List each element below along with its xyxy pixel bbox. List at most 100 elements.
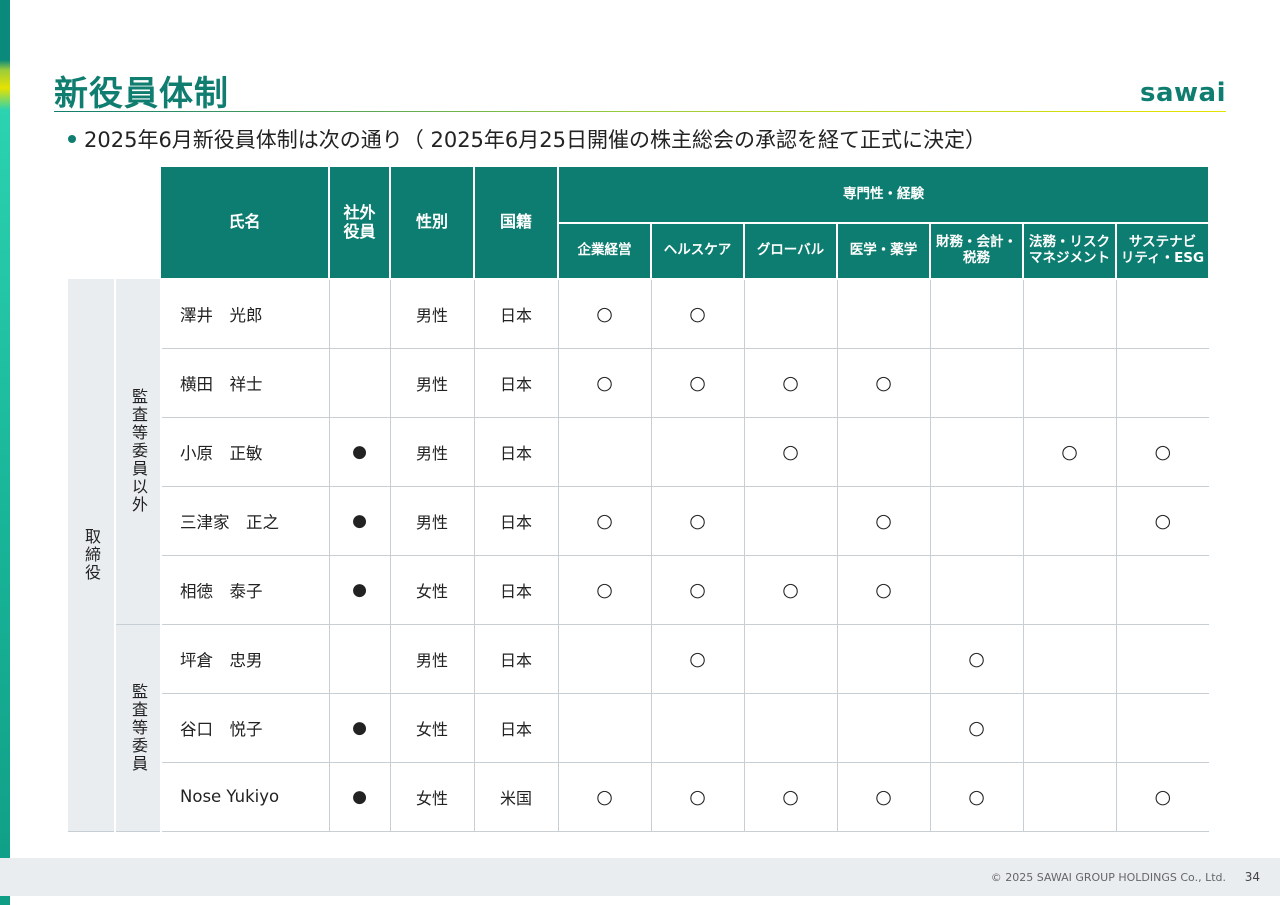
member-name: 相徳 泰子 bbox=[161, 555, 330, 625]
expertise-mark: ○ bbox=[1116, 417, 1209, 487]
expertise-mark: ○ bbox=[651, 762, 745, 832]
summary-bullet: 2025年6月新役員体制は次の通り（ 2025年6月25日開催の株主総会の承認を… bbox=[68, 124, 986, 154]
expertise-mark bbox=[1023, 624, 1117, 694]
expertise-mark bbox=[930, 555, 1024, 625]
outside-director-mark bbox=[329, 348, 391, 418]
page-title: 新役員体制 bbox=[54, 74, 229, 114]
outside-director-mark bbox=[329, 624, 391, 694]
header-spacer bbox=[68, 167, 161, 279]
expertise-mark: ○ bbox=[930, 762, 1024, 832]
expertise-mark bbox=[651, 417, 745, 487]
outside-director-mark: ● bbox=[329, 486, 391, 556]
bullet-icon bbox=[68, 135, 76, 143]
member-gender: 女性 bbox=[390, 555, 475, 625]
header-expertise-5: 法務・リスク マネジメント bbox=[1023, 223, 1117, 280]
expertise-mark: ○ bbox=[558, 555, 652, 625]
side-label-audit-text: 監査等委員 bbox=[129, 682, 148, 773]
member-nationality: 日本 bbox=[474, 279, 559, 349]
member-name: 横田 祥士 bbox=[161, 348, 330, 418]
table-row: 横田 祥士 男性 日本 ○ ○ ○ ○ bbox=[68, 348, 1209, 418]
expertise-mark: ○ bbox=[837, 555, 931, 625]
expertise-mark bbox=[651, 693, 745, 763]
expertise-mark bbox=[558, 624, 652, 694]
expertise-mark: ○ bbox=[1116, 762, 1209, 832]
member-nationality: 日本 bbox=[474, 555, 559, 625]
expertise-mark: ○ bbox=[1023, 417, 1117, 487]
expertise-mark bbox=[1023, 486, 1117, 556]
expertise-mark bbox=[1116, 279, 1209, 349]
side-label-directors-text: 取締役 bbox=[82, 527, 101, 582]
expertise-mark: ○ bbox=[558, 762, 652, 832]
side-label-audit: 監査等委員 bbox=[115, 624, 162, 832]
header-expertise-6: サステナビ リティ・ESG bbox=[1116, 223, 1210, 280]
expertise-mark: ○ bbox=[558, 348, 652, 418]
header-expertise-group: 専門性・経験 bbox=[558, 167, 1210, 224]
expertise-mark bbox=[930, 486, 1024, 556]
left-accent-bar bbox=[0, 0, 10, 905]
expertise-mark bbox=[837, 624, 931, 694]
expertise-mark bbox=[558, 417, 652, 487]
member-gender: 男性 bbox=[390, 486, 475, 556]
member-nationality: 日本 bbox=[474, 624, 559, 694]
expertise-mark: ○ bbox=[837, 348, 931, 418]
expertise-mark bbox=[837, 417, 931, 487]
expertise-mark bbox=[744, 486, 838, 556]
expertise-mark: ○ bbox=[651, 279, 745, 349]
expertise-mark: ○ bbox=[837, 486, 931, 556]
expertise-mark: ○ bbox=[744, 348, 838, 418]
expertise-mark: ○ bbox=[930, 624, 1024, 694]
expertise-mark bbox=[930, 279, 1024, 349]
table-row: 三津家 正之 ● 男性 日本 ○ ○ ○ ○ bbox=[68, 486, 1209, 556]
header-outside: 社外 役員 bbox=[329, 167, 391, 280]
member-nationality: 米国 bbox=[474, 762, 559, 832]
outside-director-mark: ● bbox=[329, 417, 391, 487]
expertise-mark bbox=[1116, 693, 1209, 763]
member-nationality: 日本 bbox=[474, 486, 559, 556]
summary-text: 2025年6月新役員体制は次の通り（ 2025年6月25日開催の株主総会の承認を… bbox=[84, 128, 987, 152]
member-gender: 男性 bbox=[390, 348, 475, 418]
expertise-mark bbox=[1116, 555, 1209, 625]
member-name: 谷口 悦子 bbox=[161, 693, 330, 763]
expertise-mark bbox=[1116, 348, 1209, 418]
expertise-mark bbox=[1023, 279, 1117, 349]
expertise-mark: ○ bbox=[651, 348, 745, 418]
table-row: 相徳 泰子 ● 女性 日本 ○ ○ ○ ○ bbox=[68, 555, 1209, 625]
expertise-mark: ○ bbox=[558, 279, 652, 349]
expertise-mark bbox=[744, 693, 838, 763]
expertise-mark bbox=[744, 279, 838, 349]
expertise-mark: ○ bbox=[744, 762, 838, 832]
header-name: 氏名 bbox=[161, 167, 330, 280]
outside-director-mark: ● bbox=[329, 762, 391, 832]
member-name: 三津家 正之 bbox=[161, 486, 330, 556]
header-expertise-4: 財務・会計・ 税務 bbox=[930, 223, 1024, 280]
member-gender: 男性 bbox=[390, 417, 475, 487]
outside-director-mark bbox=[329, 279, 391, 349]
header-expertise-3: 医学・薬学 bbox=[837, 223, 931, 280]
page-number: 34 bbox=[1244, 870, 1260, 884]
outside-director-mark: ● bbox=[329, 693, 391, 763]
expertise-mark: ○ bbox=[1116, 486, 1209, 556]
member-gender: 女性 bbox=[390, 693, 475, 763]
table-row: 取締役 監査等委員以外 澤井 光郎 男性 日本 ○ ○ bbox=[68, 279, 1209, 832]
member-gender: 男性 bbox=[390, 279, 475, 349]
table-row: 小原 正敏 ● 男性 日本 ○ ○ ○ bbox=[68, 417, 1209, 487]
member-gender: 男性 bbox=[390, 624, 475, 694]
expertise-mark bbox=[837, 279, 931, 349]
expertise-mark bbox=[1023, 693, 1117, 763]
board-body: 取締役 監査等委員以外 澤井 光郎 男性 日本 ○ ○ 横田 祥士 男性 日本 ○ ○ ○ ○ 小原 正敏 ●… bbox=[68, 279, 1209, 832]
member-nationality: 日本 bbox=[474, 417, 559, 487]
member-nationality: 日本 bbox=[474, 348, 559, 418]
expertise-mark: ○ bbox=[744, 417, 838, 487]
member-nationality: 日本 bbox=[474, 693, 559, 763]
expertise-mark: ○ bbox=[744, 555, 838, 625]
header-nationality: 国籍 bbox=[474, 167, 559, 280]
board-table: 氏名 社外 役員 性別 国籍 専門性・経験 企業経営 ヘルスケア グローバル 医学・薬… bbox=[68, 167, 1210, 832]
outside-director-mark: ● bbox=[329, 555, 391, 625]
expertise-mark: ○ bbox=[651, 624, 745, 694]
expertise-mark bbox=[1116, 624, 1209, 694]
expertise-mark: ○ bbox=[558, 486, 652, 556]
expertise-mark: ○ bbox=[651, 555, 745, 625]
expertise-mark bbox=[1023, 762, 1117, 832]
expertise-mark: ○ bbox=[930, 693, 1024, 763]
member-name: Nose Yukiyo bbox=[161, 762, 330, 832]
